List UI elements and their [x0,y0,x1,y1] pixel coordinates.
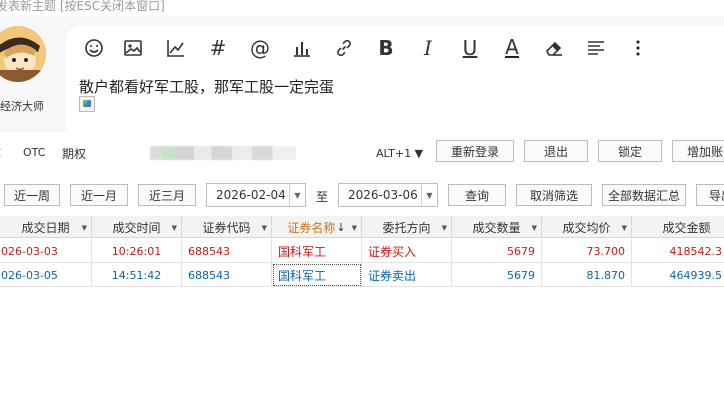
post-content[interactable]: 散户都看好军工股，那军工股一定完蛋 [79,76,334,97]
cell-code: 688543 [182,239,272,263]
column-header[interactable]: 成交均价 ▼ [542,216,632,238]
stock-chart-icon[interactable] [162,34,190,62]
cell-direction: 证券卖出 [362,263,452,287]
account-switch-dropdown[interactable]: ALT+1 ▼ [376,147,423,160]
tab-otc[interactable]: OTC [23,146,45,159]
cell-date: 2026-03-03 [0,239,92,263]
start-date-value: 2026-02-04 [216,188,286,202]
sort-arrow-icon: ▼ [351,224,357,232]
relogin-button[interactable]: 重新登录 [436,140,514,162]
mention-icon[interactable]: @ [246,34,274,62]
range-quarter-button[interactable]: 近三月 [138,184,196,206]
cell-name: 国科军工 [272,263,362,287]
trade-toolbar: t OTC 期权 ALT+1 ▼ 重新登录 退出 锁定 增加账号 [0,140,724,166]
table-row[interactable]: 2026-03-03 10:26:01 688543 国科军工 证券买入 567… [0,239,724,263]
sort-arrow-icon: ▼ [261,224,267,232]
cell-price: 73.700 [542,239,632,263]
cell-qty: 5679 [452,239,542,263]
filter-bar: 近一周 近一月 近三月 2026-02-04 ▼ 至 2026-03-06 ▼ … [0,182,724,208]
eraser-icon[interactable] [540,34,568,62]
to-label: 至 [316,190,329,204]
italic-icon[interactable]: I [414,34,442,62]
cell-code: 688543 [182,263,272,287]
start-date-input[interactable]: 2026-02-04 ▼ [206,183,306,207]
range-week-button[interactable]: 近一周 [4,184,60,206]
column-header[interactable]: 成交金额 [632,216,724,238]
bar-chart-icon[interactable] [288,34,316,62]
tab-options[interactable]: 期权 [62,145,86,162]
column-header-sorted[interactable]: 证券名称 ↓ ▼ [272,216,362,238]
post-composer: 经济大师 # @ B I U A 散户都看好军工股，那军工股一定完蛋 [0,16,724,132]
sort-arrow-icon: ▼ [81,224,87,232]
cancel-filter-button[interactable]: 取消筛选 [516,184,592,206]
cell-price: 81.870 [542,263,632,287]
column-header[interactable]: 证券代码 ▼ [182,216,272,238]
cell-time: 14:51:42 [92,263,182,287]
chevron-down-icon[interactable]: ▼ [421,184,437,206]
end-date-input[interactable]: 2026-03-06 ▼ [338,183,438,207]
table-header: 成交日期 ▼ 成交时间 ▼ 证券代码 ▼ 证券名称 ↓ ▼ 委托方向 ▼ 成交数量 ▼ 成交均… [0,216,724,238]
tab-stock[interactable]: t [0,145,1,159]
sort-arrow-icon: ▼ [621,224,627,232]
range-month-button[interactable]: 近一月 [70,184,128,206]
export-button[interactable]: 导出 [696,184,724,206]
table-row[interactable]: 2026-03-05 14:51:42 688543 国科军工 证券卖出 567… [0,263,724,287]
sort-desc-icon: ↓ [336,220,346,234]
link-icon[interactable] [330,34,358,62]
emoji-icon[interactable] [80,34,108,62]
font-color-icon[interactable]: A [498,34,526,62]
image-icon[interactable] [119,34,147,62]
query-button[interactable]: 查询 [448,184,506,206]
column-header[interactable]: 成交数量 ▼ [452,216,542,238]
end-date-value: 2026-03-06 [348,188,418,202]
cell-direction: 证券买入 [362,239,452,263]
window-title-bar: 发表新主题 [按ESC关闭本窗口] [0,0,724,16]
align-icon[interactable] [582,34,610,62]
bold-icon[interactable]: B [372,34,400,62]
sort-arrow-icon: ▼ [531,224,537,232]
window-title: 发表新主题 [按ESC关闭本窗口] [0,0,165,13]
app-window: 发表新主题 [按ESC关闭本窗口] 经济大师 # @ B I U A 散户都看好… [0,0,724,411]
underline-icon[interactable]: U [456,34,484,62]
post-editor[interactable]: # @ B I U A 散户都看好军工股，那军工股一定完蛋 [66,26,724,132]
cell-amount: 418542.3 [669,244,723,258]
sort-arrow-icon: ▼ [171,224,177,232]
column-header[interactable]: 成交日期 ▼ [0,216,92,238]
hashtag-icon[interactable]: # [204,34,232,62]
avatar[interactable] [0,26,46,82]
cell-name: 国科军工 [272,239,362,263]
avatar-cartoon-icon [0,26,46,82]
cell-amount: 464939.5 [669,268,723,282]
summary-button[interactable]: 全部数据汇总 [602,184,686,206]
cell-qty: 5679 [452,263,542,287]
sort-arrow-icon: ▼ [441,224,447,232]
cell-date: 2026-03-05 [0,263,92,287]
lock-button[interactable]: 锁定 [598,140,662,162]
chevron-down-icon[interactable]: ▼ [289,184,305,206]
exit-button[interactable]: 退出 [524,140,588,162]
more-icon[interactable] [624,34,652,62]
add-account-button[interactable]: 增加账号 [672,140,724,162]
broken-image-icon [79,96,95,112]
column-header[interactable]: 委托方向 ▼ [362,216,452,238]
account-info-blurred [150,146,296,160]
author-name: 经济大师 [0,100,44,113]
column-header[interactable]: 成交时间 ▼ [92,216,182,238]
cell-time: 10:26:01 [92,239,182,263]
